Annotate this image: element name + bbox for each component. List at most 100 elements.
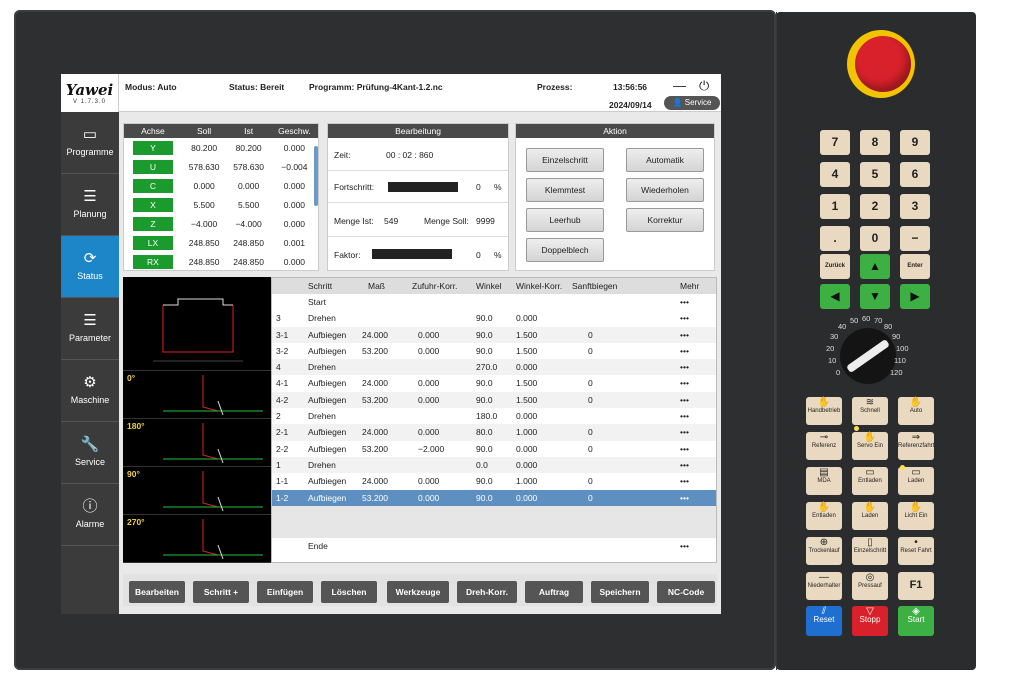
toolbar-button-3[interactable]: Löschen — [321, 581, 377, 603]
toolbar-button-8[interactable]: NC-Code — [657, 581, 715, 603]
more-icon[interactable]: ••• — [680, 411, 689, 421]
feed-override-dial[interactable] — [840, 328, 896, 384]
axis-name[interactable]: C — [132, 178, 173, 193]
sidebar-item-parameter[interactable]: ☰ Parameter — [61, 298, 119, 360]
action-button-klemmtest[interactable]: Klemmtest — [526, 178, 604, 202]
table-row[interactable]: 1-2 Aufbiegen 53.200 0.000 90.0 0.000 0 ••• — [272, 489, 716, 506]
keypad-key[interactable]: 5 — [860, 162, 890, 187]
reset-button[interactable]: ⫽ Reset — [806, 606, 842, 636]
keypad-key[interactable]: 9 — [900, 130, 930, 155]
axis-name[interactable]: Y — [132, 140, 173, 155]
function-key[interactable]: ≋ Schnell — [852, 397, 888, 425]
more-icon[interactable]: ••• — [680, 297, 689, 307]
function-key[interactable]: — Niederhalter — [806, 572, 842, 600]
action-button-automatik[interactable]: Automatik — [626, 148, 704, 172]
arrow-down-button[interactable]: ▼ — [860, 284, 890, 309]
keypad-key[interactable]: 2 — [860, 194, 890, 219]
arrow-left-button[interactable]: ◀ — [820, 284, 850, 309]
arrow-up-button[interactable]: ▲ — [860, 254, 890, 279]
more-icon[interactable]: ••• — [680, 541, 689, 551]
table-row[interactable]: 2-1 Aufbiegen 24.000 0.000 80.0 1.000 0 ••• — [272, 424, 716, 441]
more-icon[interactable]: ••• — [680, 493, 689, 503]
table-row[interactable]: 2 Drehen 180.0 0.000 ••• — [272, 408, 716, 424]
keypad-key[interactable]: 6 — [900, 162, 930, 187]
sidebar-item-alarme[interactable]: ⓘ Alarme — [61, 484, 119, 546]
more-icon[interactable]: ••• — [680, 460, 689, 470]
axis-name[interactable]: U — [132, 159, 173, 174]
function-key[interactable]: ✋ Auto — [898, 397, 934, 425]
action-button-doppelblech[interactable]: Doppelblech — [526, 238, 604, 262]
function-key[interactable]: ✋ Licht Ein — [898, 502, 934, 530]
axis-name[interactable]: RX — [132, 254, 173, 269]
stop-button[interactable]: ▽ Stopp — [852, 606, 888, 636]
sidebar-item-planung[interactable]: ☰ Planung — [61, 174, 119, 236]
function-key[interactable]: ✋ Servo Ein — [852, 432, 888, 460]
axis-name[interactable]: Z — [132, 216, 173, 231]
more-icon[interactable]: ••• — [680, 395, 689, 405]
function-key[interactable]: ▯ Einzelschritt — [852, 537, 888, 565]
function-key[interactable]: ⊸ Referenz — [806, 432, 842, 460]
action-button-korrektur[interactable]: Korrektur — [626, 208, 704, 232]
sidebar-item-maschine[interactable]: ⚙ Maschine — [61, 360, 119, 422]
more-icon[interactable]: ••• — [680, 427, 689, 437]
keypad-key[interactable]: 1 — [820, 194, 850, 219]
action-button-wiederholen[interactable]: Wiederholen — [626, 178, 704, 202]
function-key[interactable]: ▭ Laden — [898, 467, 934, 495]
arrow-right-button[interactable]: ▶ — [900, 284, 930, 309]
more-icon[interactable]: ••• — [680, 330, 689, 340]
function-key[interactable]: ⊕ Trockenlauf — [806, 537, 842, 565]
table-row[interactable]: 2-2 Aufbiegen 53.200 −2.000 90.0 0.000 0 ••• — [272, 441, 716, 457]
toolbar-button-6[interactable]: Auftrag — [525, 581, 583, 603]
table-row[interactable]: 3 Drehen 90.0 0.000 ••• — [272, 310, 716, 326]
function-key[interactable]: ◎ Pressauf — [852, 572, 888, 600]
more-icon[interactable]: ••• — [680, 346, 689, 356]
start-button[interactable]: ◈ Start — [898, 606, 934, 636]
axis-name[interactable]: X — [132, 197, 173, 212]
table-row[interactable]: 1-1 Aufbiegen 24.000 0.000 90.0 1.000 0 ••• — [272, 473, 716, 489]
table-row-start[interactable]: Start ••• — [272, 294, 716, 310]
qty-ist-value[interactable]: 549 — [384, 216, 398, 226]
keypad-key[interactable]: 7 — [820, 130, 850, 155]
more-icon[interactable]: ••• — [680, 444, 689, 454]
minimize-button[interactable]: — — [673, 78, 686, 93]
toolbar-button-0[interactable]: Bearbeiten — [129, 581, 185, 603]
more-icon[interactable]: ••• — [680, 313, 689, 323]
action-button-leerhub[interactable]: Leerhub — [526, 208, 604, 232]
table-row[interactable]: 1 Drehen 0.0 0.000 ••• — [272, 456, 716, 474]
toolbar-button-2[interactable]: Einfügen — [257, 581, 313, 603]
power-icon[interactable]: ⏻ — [699, 78, 709, 94]
action-button-einzelschritt[interactable]: Einzelschritt — [526, 148, 604, 172]
sidebar-item-status[interactable]: ⟳ Status — [61, 236, 119, 298]
keypad-key[interactable]: . — [820, 226, 850, 251]
table-row[interactable]: 3-1 Aufbiegen 24.000 0.000 90.0 1.500 0 ••• — [272, 326, 716, 343]
toolbar-button-4[interactable]: Werkzeuge — [387, 581, 449, 603]
keypad-key[interactable]: 4 — [820, 162, 850, 187]
function-key[interactable]: ✋ Laden — [852, 502, 888, 530]
function-key[interactable]: • Reset Fahrt — [898, 537, 934, 565]
function-key[interactable]: F1 — [898, 572, 934, 600]
more-icon[interactable]: ••• — [680, 362, 689, 372]
back-button[interactable]: Zurück — [820, 254, 850, 279]
emergency-stop-button[interactable] — [847, 30, 915, 98]
table-row-end[interactable]: Ende ••• — [272, 538, 716, 554]
toolbar-button-7[interactable]: Speichern — [591, 581, 649, 603]
table-row[interactable]: 4-2 Aufbiegen 53.200 0.000 90.0 1.500 0 ••• — [272, 391, 716, 409]
toolbar-button-5[interactable]: Dreh-Korr. — [457, 581, 517, 603]
axis-scrollbar[interactable] — [314, 146, 318, 206]
function-key[interactable]: ▤ MDA — [806, 467, 842, 495]
more-icon[interactable]: ••• — [680, 476, 689, 486]
sidebar-item-programme[interactable]: ▭ Programme — [61, 112, 119, 174]
table-row[interactable]: 4-1 Aufbiegen 24.000 0.000 90.0 1.500 0 ••• — [272, 375, 716, 391]
enter-button[interactable]: Enter — [900, 254, 930, 279]
keypad-key[interactable]: 0 — [860, 226, 890, 251]
qty-soll-value[interactable]: 9999 — [476, 216, 495, 226]
sidebar-item-service[interactable]: 🔧 Service — [61, 422, 119, 484]
table-row[interactable]: 4 Drehen 270.0 0.000 ••• — [272, 359, 716, 376]
function-key[interactable]: ✋ Handbetrieb — [806, 397, 842, 425]
service-button[interactable]: 👤 Service — [664, 96, 720, 110]
axis-name[interactable]: LX — [132, 235, 173, 250]
more-icon[interactable]: ••• — [680, 378, 689, 388]
keypad-key[interactable]: − — [900, 226, 930, 251]
keypad-key[interactable]: 8 — [860, 130, 890, 155]
function-key[interactable]: ⇒ Referenzfahrt — [898, 432, 934, 460]
